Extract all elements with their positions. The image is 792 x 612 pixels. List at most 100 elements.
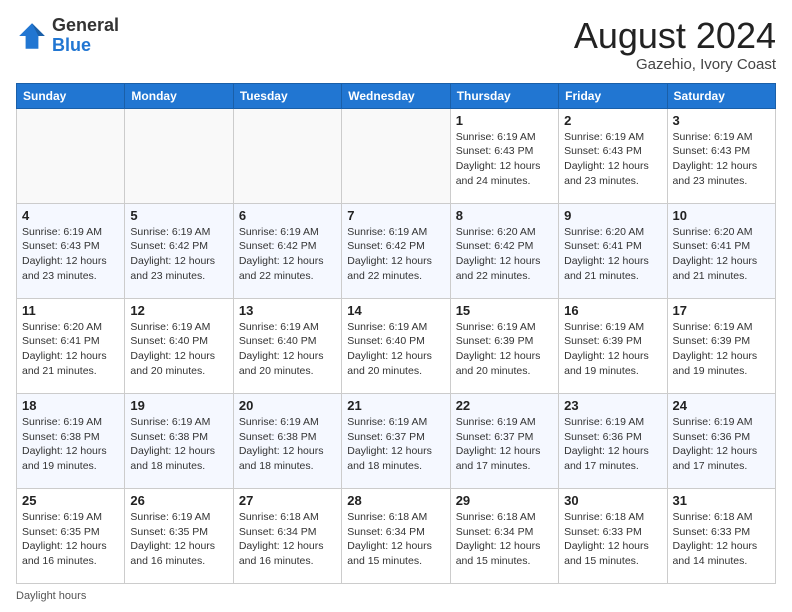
table-row [125, 108, 233, 203]
title-block: August 2024 Gazehio, Ivory Coast [574, 16, 776, 73]
table-row: 31Sunrise: 6:18 AM Sunset: 6:33 PM Dayli… [667, 488, 775, 583]
day-number: 8 [456, 208, 553, 223]
day-info: Sunrise: 6:19 AM Sunset: 6:39 PM Dayligh… [673, 320, 770, 379]
day-number: 14 [347, 303, 444, 318]
day-number: 26 [130, 493, 227, 508]
day-number: 16 [564, 303, 661, 318]
day-number: 30 [564, 493, 661, 508]
day-info: Sunrise: 6:19 AM Sunset: 6:42 PM Dayligh… [239, 225, 336, 284]
day-number: 28 [347, 493, 444, 508]
day-info: Sunrise: 6:19 AM Sunset: 6:40 PM Dayligh… [239, 320, 336, 379]
day-info: Sunrise: 6:19 AM Sunset: 6:37 PM Dayligh… [456, 415, 553, 474]
day-info: Sunrise: 6:19 AM Sunset: 6:38 PM Dayligh… [130, 415, 227, 474]
table-row: 6 Sunrise: 6:19 AM Sunset: 6:42 PM Daylig… [233, 203, 341, 298]
table-row: 25Sunrise: 6:19 AM Sunset: 6:35 PM Dayli… [17, 488, 125, 583]
table-row: 18Sunrise: 6:19 AM Sunset: 6:38 PM Dayli… [17, 393, 125, 488]
table-row: 23 Sunrise: 6:19 AM Sunset: 6:36 PM Dayli… [559, 393, 667, 488]
table-row: 15 Sunrise: 6:19 AM Sunset: 6:39 PM Dayli… [450, 298, 558, 393]
table-row: 8 Sunrise: 6:20 AM Sunset: 6:42 PM Daylig… [450, 203, 558, 298]
day-number: 25 [22, 493, 119, 508]
day-number: 7 [347, 208, 444, 223]
day-number: 10 [673, 208, 770, 223]
day-number: 6 [239, 208, 336, 223]
day-number: 24 [673, 398, 770, 413]
day-number: 31 [673, 493, 770, 508]
day-number: 17 [673, 303, 770, 318]
day-info: Sunrise: 6:20 AM Sunset: 6:41 PM Dayligh… [22, 320, 119, 379]
header-wednesday: Wednesday [342, 83, 450, 108]
day-info: Sunrise: 6:19 AM Sunset: 6:43 PM Dayligh… [22, 225, 119, 284]
table-row: 21Sunrise: 6:19 AM Sunset: 6:37 PM Dayli… [342, 393, 450, 488]
header-thursday: Thursday [450, 83, 558, 108]
day-number: 2 [564, 113, 661, 128]
day-info: Sunrise: 6:19 AM Sunset: 6:36 PM Dayligh… [564, 415, 661, 474]
header-tuesday: Tuesday [233, 83, 341, 108]
header-saturday: Saturday [667, 83, 775, 108]
day-info: Sunrise: 6:18 AM Sunset: 6:34 PM Dayligh… [239, 510, 336, 569]
table-row: 20 Sunrise: 6:19 AM Sunset: 6:38 PM Dayli… [233, 393, 341, 488]
table-row: 30 Sunrise: 6:18 AM Sunset: 6:33 PM Dayli… [559, 488, 667, 583]
day-info: Sunrise: 6:20 AM Sunset: 6:41 PM Dayligh… [673, 225, 770, 284]
header-friday: Friday [559, 83, 667, 108]
table-row: 2 Sunrise: 6:19 AM Sunset: 6:43 PM Daylig… [559, 108, 667, 203]
header-monday: Monday [125, 83, 233, 108]
table-row: 16 Sunrise: 6:19 AM Sunset: 6:39 PM Dayli… [559, 298, 667, 393]
day-info: Sunrise: 6:18 AM Sunset: 6:34 PM Dayligh… [347, 510, 444, 569]
day-info: Sunrise: 6:19 AM Sunset: 6:43 PM Dayligh… [456, 130, 553, 189]
table-row [233, 108, 341, 203]
table-row: 13 Sunrise: 6:19 AM Sunset: 6:40 PM Dayli… [233, 298, 341, 393]
day-info: Sunrise: 6:19 AM Sunset: 6:39 PM Dayligh… [456, 320, 553, 379]
table-row: 9Sunrise: 6:20 AM Sunset: 6:41 PM Daylig… [559, 203, 667, 298]
day-number: 20 [239, 398, 336, 413]
day-info: Sunrise: 6:19 AM Sunset: 6:42 PM Dayligh… [130, 225, 227, 284]
day-number: 5 [130, 208, 227, 223]
table-row [342, 108, 450, 203]
table-row: 5 Sunrise: 6:19 AM Sunset: 6:42 PM Daylig… [125, 203, 233, 298]
table-row: 11 Sunrise: 6:20 AM Sunset: 6:41 PM Dayli… [17, 298, 125, 393]
table-row [17, 108, 125, 203]
footer-label: Daylight hours [16, 590, 86, 602]
day-info: Sunrise: 6:19 AM Sunset: 6:43 PM Dayligh… [673, 130, 770, 189]
day-info: Sunrise: 6:20 AM Sunset: 6:42 PM Dayligh… [456, 225, 553, 284]
day-number: 23 [564, 398, 661, 413]
day-info: Sunrise: 6:19 AM Sunset: 6:38 PM Dayligh… [239, 415, 336, 474]
table-row: 19Sunrise: 6:19 AM Sunset: 6:38 PM Dayli… [125, 393, 233, 488]
day-info: Sunrise: 6:18 AM Sunset: 6:33 PM Dayligh… [564, 510, 661, 569]
table-row: 4 Sunrise: 6:19 AM Sunset: 6:43 PM Daylig… [17, 203, 125, 298]
day-number: 27 [239, 493, 336, 508]
table-row: 27 Sunrise: 6:18 AM Sunset: 6:34 PM Dayli… [233, 488, 341, 583]
day-info: Sunrise: 6:19 AM Sunset: 6:39 PM Dayligh… [564, 320, 661, 379]
table-row: 24 Sunrise: 6:19 AM Sunset: 6:36 PM Dayli… [667, 393, 775, 488]
page: General Blue August 2024 Gazehio, Ivory … [0, 0, 792, 612]
logo-text: General Blue [52, 16, 119, 56]
day-number: 4 [22, 208, 119, 223]
day-number: 11 [22, 303, 119, 318]
table-row: 12 Sunrise: 6:19 AM Sunset: 6:40 PM Dayli… [125, 298, 233, 393]
main-title: August 2024 [574, 16, 776, 56]
day-info: Sunrise: 6:19 AM Sunset: 6:42 PM Dayligh… [347, 225, 444, 284]
day-number: 3 [673, 113, 770, 128]
table-row: 10 Sunrise: 6:20 AM Sunset: 6:41 PM Dayli… [667, 203, 775, 298]
day-number: 22 [456, 398, 553, 413]
day-number: 18 [22, 398, 119, 413]
day-number: 9 [564, 208, 661, 223]
day-number: 29 [456, 493, 553, 508]
day-info: Sunrise: 6:19 AM Sunset: 6:40 PM Dayligh… [130, 320, 227, 379]
header-sunday: Sunday [17, 83, 125, 108]
table-row: 26 Sunrise: 6:19 AM Sunset: 6:35 PM Dayli… [125, 488, 233, 583]
table-row: 17 Sunrise: 6:19 AM Sunset: 6:39 PM Dayli… [667, 298, 775, 393]
table-row: 1Sunrise: 6:19 AM Sunset: 6:43 PM Daylig… [450, 108, 558, 203]
day-number: 15 [456, 303, 553, 318]
day-number: 13 [239, 303, 336, 318]
day-info: Sunrise: 6:19 AM Sunset: 6:35 PM Dayligh… [130, 510, 227, 569]
table-row: 7 Sunrise: 6:19 AM Sunset: 6:42 PM Daylig… [342, 203, 450, 298]
table-row: 28 Sunrise: 6:18 AM Sunset: 6:34 PM Dayli… [342, 488, 450, 583]
day-number: 12 [130, 303, 227, 318]
logo-blue-text: Blue [52, 36, 119, 56]
logo-general-text: General [52, 16, 119, 36]
calendar-table: SundayMondayTuesdayWednesdayThursdayFrid… [16, 83, 776, 584]
day-info: Sunrise: 6:19 AM Sunset: 6:36 PM Dayligh… [673, 415, 770, 474]
table-row: 14Sunrise: 6:19 AM Sunset: 6:40 PM Dayli… [342, 298, 450, 393]
day-number: 21 [347, 398, 444, 413]
day-info: Sunrise: 6:19 AM Sunset: 6:43 PM Dayligh… [564, 130, 661, 189]
